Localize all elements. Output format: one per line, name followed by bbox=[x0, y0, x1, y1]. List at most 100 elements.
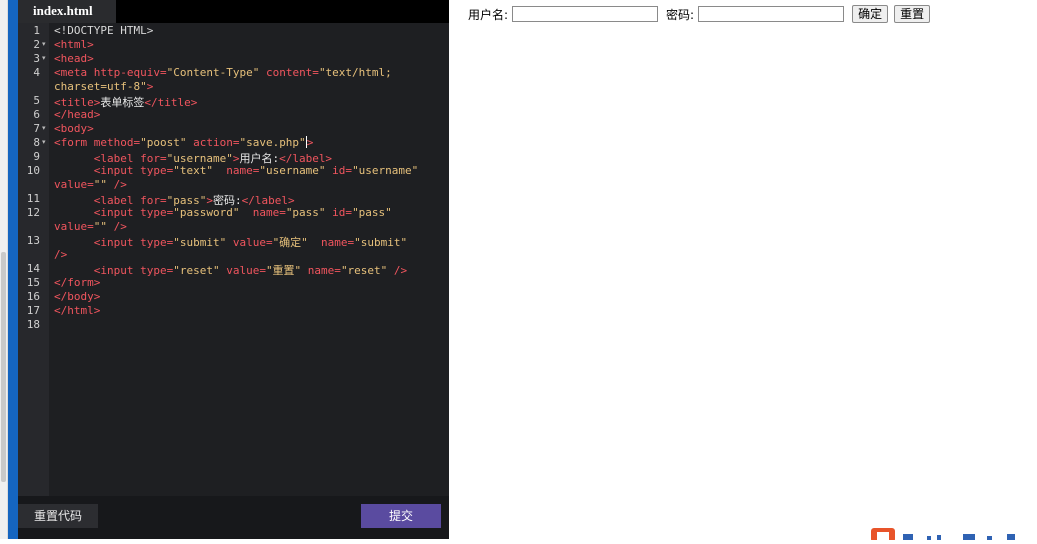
code-token: /> bbox=[387, 264, 408, 277]
code-token: <head> bbox=[54, 52, 94, 65]
code-line: <input type="submit" value="确定" name="su… bbox=[54, 234, 407, 250]
code-token: </html> bbox=[54, 304, 101, 317]
code-token: /> bbox=[54, 248, 68, 261]
confirm-button[interactable]: 确定 bbox=[852, 5, 889, 23]
line-number: 13 bbox=[26, 234, 40, 247]
code-token: id= bbox=[325, 164, 353, 177]
code-token: method= bbox=[93, 136, 141, 149]
tab-index-html[interactable]: index.html bbox=[18, 0, 116, 23]
code-token: type= bbox=[140, 264, 174, 277]
line-number: 12 bbox=[26, 206, 40, 219]
code-token: </body> bbox=[54, 290, 101, 303]
code-line: <body> bbox=[54, 122, 94, 135]
line-number: 9 bbox=[33, 150, 40, 163]
code-token: /> bbox=[107, 178, 127, 191]
watermark-logo bbox=[867, 525, 1037, 542]
code-token: > bbox=[146, 80, 154, 93]
fold-arrow-icon[interactable]: ▾ bbox=[42, 138, 46, 146]
code-token: "" bbox=[93, 178, 107, 191]
code-token: "pass" bbox=[285, 206, 326, 219]
code-line: <input type="password" name="pass" id="p… bbox=[54, 206, 392, 219]
code-line: </body> bbox=[54, 290, 100, 303]
code-token: <html> bbox=[54, 38, 94, 51]
code-token: "reset" bbox=[340, 264, 388, 277]
submit-button[interactable]: 提交 bbox=[361, 504, 441, 528]
line-number: 8 bbox=[33, 136, 40, 149]
code-line: value="" /> bbox=[54, 178, 127, 191]
code-token: action= bbox=[186, 136, 240, 149]
username-input[interactable] bbox=[512, 6, 659, 22]
code-token: "reset" bbox=[173, 264, 220, 277]
code-token: "save.php" bbox=[239, 136, 306, 149]
code-token: content= bbox=[259, 66, 319, 79]
code-token: "pass" bbox=[352, 206, 392, 219]
code-line: <html> bbox=[54, 38, 94, 51]
line-number: 4 bbox=[33, 66, 40, 79]
code-token: http-equiv= bbox=[93, 66, 167, 79]
code-line: value="" /> bbox=[54, 220, 127, 233]
code-token: "username" bbox=[352, 164, 419, 177]
code-text-area[interactable]: 1 <!DOCTYPE HTML> 2 ▾ <html> 3 ▾ <head> 4 <meta h… bbox=[18, 23, 449, 496]
code-token: <!DOCTYPE HTML> bbox=[54, 24, 154, 37]
code-token: <meta bbox=[54, 66, 94, 79]
line-number: 18 bbox=[26, 318, 40, 331]
code-token: value= bbox=[226, 236, 273, 249]
code-token: "username" bbox=[259, 164, 326, 177]
fold-arrow-icon[interactable]: ▾ bbox=[42, 54, 46, 62]
code-line: </head> bbox=[54, 108, 100, 121]
code-token: type= bbox=[140, 236, 174, 249]
reset-button[interactable]: 重置 bbox=[894, 5, 931, 23]
code-line: <input type="reset" value="重置" name="res… bbox=[54, 262, 407, 278]
reset-code-button[interactable]: 重置代码 bbox=[18, 504, 98, 528]
code-line: <head> bbox=[54, 52, 94, 65]
editor-bottom-bar: 重置代码 提交 bbox=[18, 496, 449, 539]
code-token: "text/html; bbox=[318, 66, 392, 79]
line-number: 1 bbox=[33, 24, 40, 37]
code-token: type= bbox=[140, 206, 174, 219]
code-line: <form method="poost" action="save.php"> bbox=[54, 136, 313, 149]
code-line: <meta http-equiv="Content-Type" content=… bbox=[54, 66, 392, 79]
line-number: 15 bbox=[26, 276, 40, 289]
code-line: /> bbox=[54, 248, 67, 261]
code-token: "" bbox=[93, 220, 107, 233]
fold-arrow-icon[interactable]: ▾ bbox=[42, 124, 46, 132]
code-token: </head> bbox=[54, 108, 101, 121]
code-token: "重置" bbox=[265, 264, 302, 277]
code-token: > bbox=[306, 136, 314, 149]
line-number: 14 bbox=[26, 262, 40, 275]
preview-pane: 用户名: 密码: 确定 重置 bbox=[449, 0, 1037, 539]
line-number: 16 bbox=[26, 290, 40, 303]
code-token: name= bbox=[301, 264, 341, 277]
code-token: charset=utf-8" bbox=[54, 80, 147, 93]
code-token: "password" bbox=[173, 206, 240, 219]
code-token: "text" bbox=[173, 164, 213, 177]
line-number: 17 bbox=[26, 304, 40, 317]
line-number: 11 bbox=[26, 192, 40, 205]
code-token: <form bbox=[54, 136, 94, 149]
fold-arrow-icon[interactable]: ▾ bbox=[42, 40, 46, 48]
code-token: </form> bbox=[54, 276, 101, 289]
code-line: </html> bbox=[54, 304, 100, 317]
line-number: 3 bbox=[33, 52, 40, 65]
code-token: </title> bbox=[144, 96, 198, 109]
code-token: <input bbox=[54, 206, 141, 219]
code-line: <!DOCTYPE HTML> bbox=[54, 24, 153, 37]
code-line: charset=utf-8"> bbox=[54, 80, 153, 93]
line-number: 7 bbox=[33, 122, 40, 135]
preview-form: 用户名: 密码: 确定 重置 bbox=[468, 5, 936, 23]
line-number: 6 bbox=[33, 108, 40, 121]
code-token: "Content-Type" bbox=[166, 66, 260, 79]
code-token: value= bbox=[219, 264, 266, 277]
scrollbar-thumb[interactable] bbox=[1, 252, 6, 482]
code-token: value= bbox=[54, 220, 94, 233]
line-number: 2 bbox=[33, 38, 40, 51]
code-token: "确定" bbox=[272, 236, 308, 249]
password-input[interactable] bbox=[698, 6, 845, 22]
code-line: </form> bbox=[54, 276, 100, 289]
code-token: name= bbox=[239, 206, 286, 219]
line-number: 5 bbox=[33, 94, 40, 107]
accent-edge bbox=[8, 0, 18, 539]
code-token: id= bbox=[325, 206, 353, 219]
outer-scrollbar[interactable] bbox=[0, 0, 8, 539]
code-token: <input bbox=[54, 164, 141, 177]
